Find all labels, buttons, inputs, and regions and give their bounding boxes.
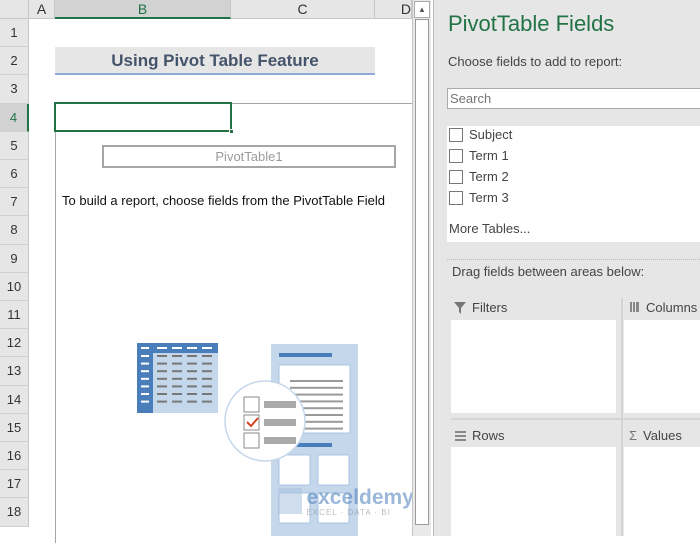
filters-drop-area[interactable] — [451, 320, 616, 413]
field-label: Term 1 — [469, 148, 509, 163]
row-header-11[interactable]: 11 — [0, 301, 29, 330]
pane-title: PivotTable Fields — [448, 11, 615, 36]
row-header-6[interactable]: 6 — [0, 160, 29, 189]
columns-area-header: Columns — [630, 300, 697, 315]
scroll-thumb[interactable] — [415, 19, 429, 525]
values-drop-area[interactable] — [624, 447, 700, 536]
rows-area-header: Rows — [455, 428, 505, 443]
area-horizontal-divider — [451, 418, 700, 420]
column-header-b[interactable]: B — [55, 0, 231, 19]
row-header-2[interactable]: 2 — [0, 47, 29, 76]
field-item[interactable]: Term 1 — [449, 148, 509, 163]
filter-icon — [454, 301, 466, 314]
values-label: Values — [643, 428, 682, 443]
row-header-15[interactable]: 15 — [0, 413, 29, 442]
drag-instruction: Drag fields between areas below: — [452, 264, 645, 279]
field-item[interactable]: Subject — [449, 127, 512, 142]
row-header-16[interactable]: 16 — [0, 442, 29, 471]
watermark-logo-icon — [278, 488, 302, 514]
watermark-tagline: EXCEL · DATA · BI — [306, 508, 391, 517]
row-header-3[interactable]: 3 — [0, 75, 29, 104]
select-all-corner[interactable] — [0, 0, 29, 19]
checkbox[interactable] — [449, 127, 463, 142]
exceldemy-watermark: exceldemy EXCEL · DATA · BI — [278, 486, 414, 517]
columns-icon — [630, 301, 639, 312]
pane-subtitle: Choose fields to add to report: — [448, 54, 623, 69]
sigma-icon: Σ — [629, 428, 638, 443]
field-label: Subject — [469, 127, 513, 142]
pivot-table-name: PivotTable1 — [102, 145, 396, 168]
field-search-input[interactable] — [447, 88, 700, 109]
values-area-header: Σ Values — [629, 428, 682, 443]
filters-label: Filters — [472, 300, 508, 315]
title-cell[interactable]: Using Pivot Table Feature — [55, 47, 375, 75]
field-label: Term 2 — [469, 169, 509, 184]
row-header-17[interactable]: 17 — [0, 470, 29, 499]
row-header-18[interactable]: 18 — [0, 498, 29, 527]
checkbox[interactable] — [449, 190, 463, 205]
filters-area-header: Filters — [454, 300, 507, 315]
checkbox[interactable] — [449, 148, 463, 163]
vertical-scrollbar[interactable]: ▲ — [412, 0, 431, 536]
selected-cell-b4[interactable] — [54, 102, 232, 132]
watermark-brand: exceldemy — [306, 486, 414, 509]
table-illustration-icon — [137, 343, 218, 413]
row-header-13[interactable]: 13 — [0, 357, 29, 386]
divider — [447, 259, 700, 260]
row-header-7[interactable]: 7 — [0, 188, 29, 217]
row-header-12[interactable]: 12 — [0, 329, 29, 358]
row-header-4[interactable]: 4 — [0, 103, 29, 132]
scroll-up-button[interactable]: ▲ — [414, 1, 430, 18]
rows-drop-area[interactable] — [451, 447, 616, 536]
field-item[interactable]: Term 3 — [449, 190, 509, 205]
row-header-10[interactable]: 10 — [0, 272, 29, 301]
field-item[interactable]: Term 2 — [449, 169, 509, 184]
pivot-instruction: To build a report, choose fields from th… — [62, 193, 386, 208]
columns-label: Columns — [646, 300, 698, 315]
column-header-a[interactable]: A — [29, 0, 55, 19]
fill-handle[interactable] — [229, 129, 234, 134]
row-header-14[interactable]: 14 — [0, 385, 29, 414]
checkbox[interactable] — [449, 169, 463, 184]
row-header-1[interactable]: 1 — [0, 19, 29, 48]
row-header-9[interactable]: 9 — [0, 244, 29, 273]
area-vertical-divider — [621, 298, 623, 536]
row-header-5[interactable]: 5 — [0, 131, 29, 160]
rows-icon — [455, 430, 466, 441]
column-header-c[interactable]: C — [231, 0, 375, 19]
column-header-d[interactable]: D — [375, 0, 412, 19]
checklist-magnifier-icon — [224, 380, 306, 462]
more-tables-link[interactable]: More Tables... — [449, 221, 530, 236]
field-label: Term 3 — [469, 190, 509, 205]
rows-label: Rows — [472, 428, 505, 443]
columns-drop-area[interactable] — [624, 320, 700, 413]
row-header-8[interactable]: 8 — [0, 216, 29, 245]
